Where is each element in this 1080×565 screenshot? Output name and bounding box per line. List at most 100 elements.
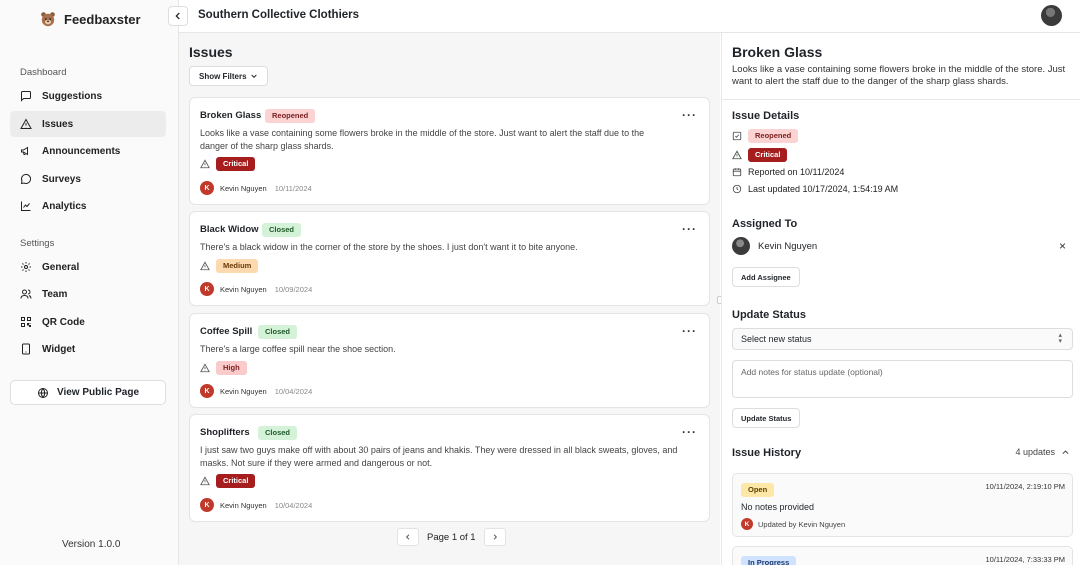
severity-row: Medium	[200, 259, 259, 273]
status-select[interactable]: Select new status ▴ ▾	[732, 328, 1073, 350]
message-square-icon	[21, 91, 31, 102]
severity-badge: Critical	[216, 474, 256, 488]
assignee: Kevin Nguyen	[732, 237, 817, 255]
sidebar-item-label: QR Code	[42, 316, 85, 328]
detail-severity-row: Critical	[732, 148, 788, 162]
issue-card[interactable]: Black Widow Closed ··· There's a black w…	[189, 211, 710, 306]
author-name: Kevin Nguyen	[220, 500, 267, 510]
more-options-icon[interactable]: ···	[682, 324, 697, 338]
sidebar: Feedbaxster Dashboard Suggestions Issues…	[0, 0, 179, 565]
issue-card[interactable]: Coffee Spill Closed ··· There's a large …	[189, 313, 710, 408]
alert-triangle-icon	[200, 261, 210, 270]
sidebar-item-surveys[interactable]: Surveys	[10, 166, 166, 192]
severity-badge: Critical	[748, 148, 788, 162]
detail-status-row: Reopened	[732, 129, 799, 143]
pagination: Page 1 of 1	[397, 528, 506, 546]
status-badge: Reopened	[265, 109, 316, 123]
severity-row: High	[200, 361, 247, 375]
issue-description: There's a black widow in the corner of t…	[200, 242, 578, 252]
assignee-name: Kevin Nguyen	[758, 240, 818, 252]
view-public-page-button[interactable]: View Public Page	[10, 380, 166, 405]
message-circle-icon	[20, 173, 32, 185]
alert-triangle-icon	[20, 118, 32, 129]
avatar	[732, 237, 750, 255]
megaphone-icon	[21, 146, 28, 156]
issue-card[interactable]: Shoplifters Closed ··· I just saw two gu…	[189, 414, 710, 522]
reported-date-row: Reported on 10/11/2024	[732, 167, 844, 177]
last-updated-row: Last updated 10/17/2024, 1:54:19 AM	[732, 184, 898, 194]
status-badge: In Progress	[741, 556, 797, 565]
status-notes-input[interactable]: Add notes for status update (optional)	[732, 360, 1073, 398]
divider	[722, 99, 1080, 100]
sidebar-item-qr-code[interactable]: QR Code	[10, 309, 166, 335]
chevron-right-icon	[493, 534, 497, 540]
update-status-button[interactable]: Update Status	[732, 408, 801, 428]
alert-triangle-icon	[200, 476, 210, 485]
history-timestamp: 10/11/2024, 7:33:33 PM	[985, 555, 1065, 564]
issue-description: I just saw two guys make off with about …	[200, 445, 678, 469]
collapse-sidebar-button[interactable]	[168, 6, 188, 26]
sidebar-item-general[interactable]: General	[10, 254, 166, 280]
previous-page-button[interactable]	[397, 528, 419, 546]
add-assignee-button[interactable]: Add Assignee	[732, 267, 800, 287]
author-row: K Kevin Nguyen 10/09/2024	[200, 282, 312, 296]
author-avatar: K	[200, 181, 214, 195]
brand[interactable]: Feedbaxster	[40, 11, 141, 27]
user-avatar[interactable]	[1041, 5, 1062, 26]
sidebar-item-label: Widget	[42, 343, 76, 355]
next-page-button[interactable]	[483, 528, 506, 546]
issue-card[interactable]: Broken Glass Reopened ··· Looks like a v…	[189, 97, 710, 205]
chevron-up-icon	[1062, 449, 1069, 454]
severity-row: Critical	[200, 157, 256, 171]
chevron-down-icon	[250, 74, 257, 79]
sidebar-item-issues[interactable]: Issues	[10, 111, 166, 137]
history-timestamp: 10/11/2024, 2:19:10 PM	[985, 482, 1065, 491]
app-version: Version 1.0.0	[62, 539, 121, 550]
severity-badge: High	[216, 361, 247, 375]
alert-triangle-icon	[200, 363, 210, 372]
status-badge: Closed	[258, 325, 298, 339]
updated-by: Updated by Kevin Nguyen	[758, 519, 846, 529]
remove-assignee-icon[interactable]: ×	[1059, 239, 1066, 253]
sidebar-item-announcements[interactable]: Announcements	[10, 138, 166, 164]
issue-description: There's a large coffee spill near the sh…	[200, 344, 396, 354]
author-row: K Kevin Nguyen 10/11/2024	[200, 181, 312, 195]
tablet-icon	[22, 343, 30, 355]
globe-icon	[37, 387, 48, 398]
sidebar-item-label: Suggestions	[42, 90, 103, 102]
history-toggle[interactable]: 4 updates	[1015, 447, 1070, 457]
status-badge: Closed	[262, 223, 302, 237]
sidebar-item-label: Team	[42, 288, 68, 300]
history-entry: In Progress 10/11/2024, 7:33:33 PM	[732, 546, 1073, 565]
more-options-icon[interactable]: ···	[682, 425, 697, 439]
sidebar-item-suggestions[interactable]: Suggestions	[10, 83, 166, 109]
issue-detail-panel: Broken Glass Looks like a vase containin…	[721, 33, 1080, 565]
more-options-icon[interactable]: ···	[682, 222, 697, 236]
select-arrows-icon: ▴ ▾	[1058, 332, 1062, 345]
issue-date: 10/09/2024	[274, 284, 313, 294]
sidebar-item-analytics[interactable]: Analytics	[10, 193, 166, 219]
sidebar-item-label: Analytics	[42, 200, 87, 212]
author-avatar: K	[200, 282, 214, 296]
issue-date: 10/11/2024	[274, 183, 312, 193]
bear-logo-icon	[41, 12, 55, 27]
calendar-icon	[732, 168, 742, 177]
status-badge: Closed	[258, 426, 298, 440]
more-options-icon[interactable]: ···	[682, 108, 697, 122]
sidebar-item-widget[interactable]: Widget	[10, 336, 166, 362]
detail-description: Looks like a vase containing some flower…	[732, 64, 1066, 88]
sidebar-item-team[interactable]: Team	[10, 281, 166, 307]
issue-title: Black Widow	[200, 224, 259, 235]
dashboard-section-label: Dashboard	[20, 67, 67, 78]
last-updated: Last updated 10/17/2024, 1:54:19 AM	[748, 184, 899, 194]
reported-date: Reported on 10/11/2024	[748, 167, 845, 177]
author-name: Kevin Nguyen	[220, 284, 267, 294]
qr-code-icon	[21, 317, 31, 327]
app-name: Feedbaxster	[64, 11, 141, 27]
author-avatar: K	[200, 498, 214, 512]
issue-title: Coffee Spill	[200, 326, 253, 337]
author-name: Kevin Nguyen	[220, 183, 267, 193]
show-filters-button[interactable]: Show Filters	[189, 66, 268, 86]
organization-name: Southern Collective Clothiers	[198, 9, 360, 21]
show-filters-label: Show Filters	[199, 71, 247, 81]
